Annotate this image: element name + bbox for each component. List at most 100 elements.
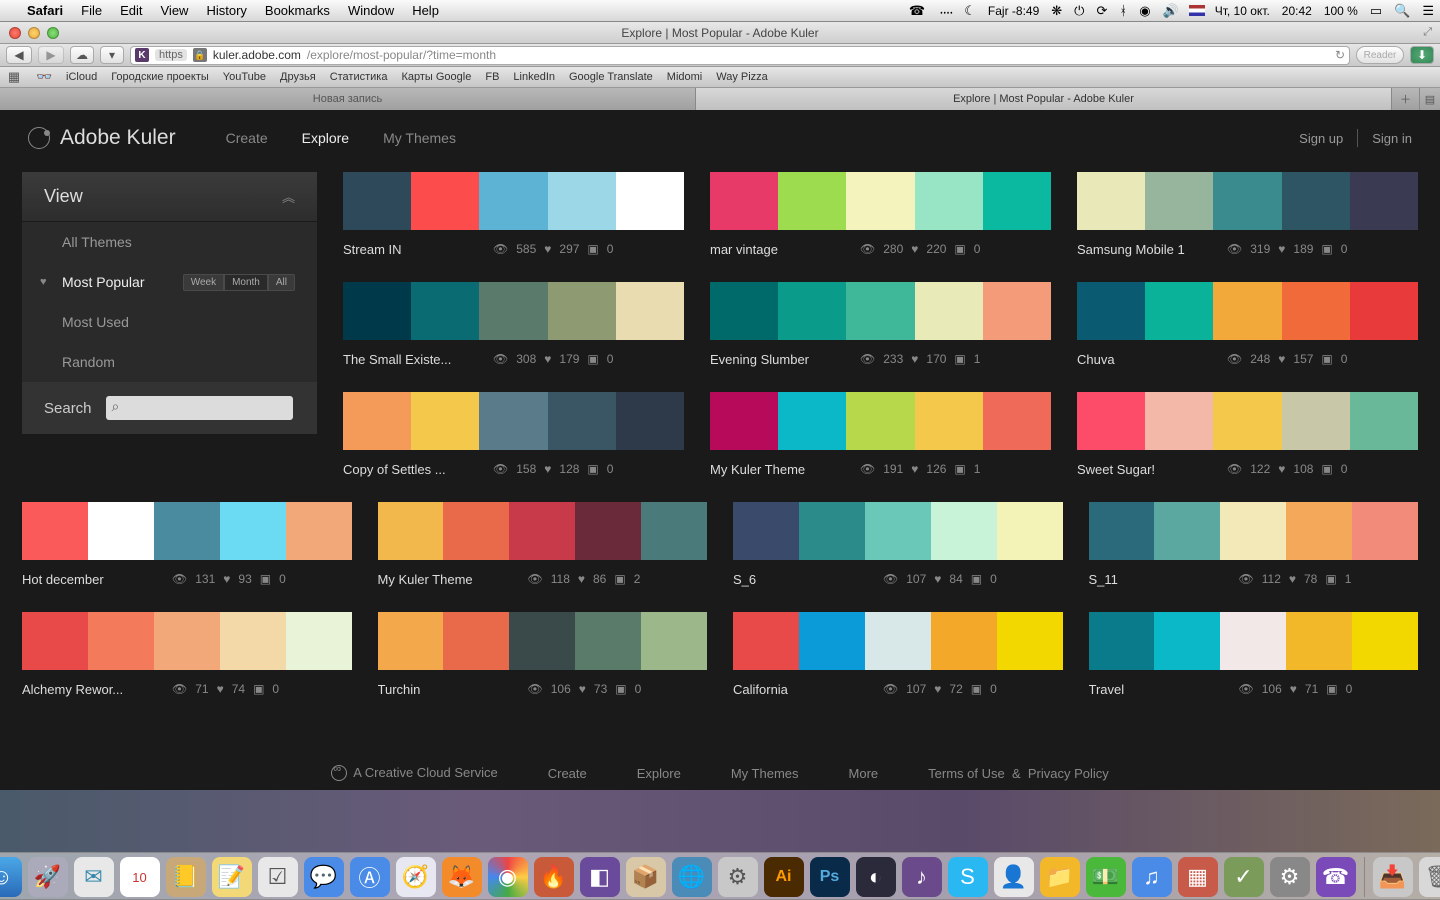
bookmark-item[interactable]: LinkedIn bbox=[513, 71, 555, 83]
dock-app-icon[interactable]: ▦ bbox=[1178, 857, 1218, 897]
search-input[interactable] bbox=[106, 396, 293, 420]
bookmark-item[interactable]: iCloud bbox=[66, 71, 97, 83]
bookmark-item[interactable]: FB bbox=[485, 71, 499, 83]
dock-app-icon[interactable]: 💵 bbox=[1086, 857, 1126, 897]
nav-explore[interactable]: Explore bbox=[302, 130, 349, 146]
theme-card[interactable]: The Small Existe...👁308♥179▣0 bbox=[343, 282, 684, 368]
tab-active[interactable]: Explore | Most Popular - Adobe Kuler bbox=[696, 88, 1392, 110]
footer-create[interactable]: Create bbox=[548, 766, 587, 781]
app-name[interactable]: Safari bbox=[18, 3, 72, 18]
menu-view[interactable]: View bbox=[152, 3, 198, 18]
nav-create[interactable]: Create bbox=[226, 130, 268, 146]
bookmark-item[interactable]: Midomi bbox=[667, 71, 702, 83]
bookmark-item[interactable]: Статистика bbox=[330, 71, 388, 83]
downloads-button[interactable]: ⬇ bbox=[1410, 46, 1434, 64]
footer-more[interactable]: More bbox=[849, 766, 879, 781]
footer-mythemes[interactable]: My Themes bbox=[731, 766, 799, 781]
sidebar-view-header[interactable]: View ︽ bbox=[22, 172, 317, 222]
chip-all[interactable]: All bbox=[268, 274, 295, 291]
theme-card[interactable]: mar vintage👁280♥220▣0 bbox=[710, 172, 1051, 258]
menu-help[interactable]: Help bbox=[403, 3, 448, 18]
reader-button[interactable]: Reader bbox=[1356, 46, 1404, 64]
menubar-date[interactable]: Чт, 10 окт. bbox=[1209, 4, 1276, 18]
notification-center-icon[interactable]: ☰ bbox=[1416, 3, 1440, 19]
forward-button[interactable]: ▶ bbox=[38, 46, 64, 64]
dock-calendar-icon[interactable]: 10 bbox=[120, 857, 160, 897]
dock-reminders-icon[interactable]: ☑ bbox=[258, 857, 298, 897]
dock-firefox-icon[interactable]: 🦊 bbox=[442, 857, 482, 897]
theme-card[interactable]: My Kuler Theme👁191♥126▣1 bbox=[710, 392, 1051, 478]
menu-file[interactable]: File bbox=[72, 3, 111, 18]
bookmark-item[interactable]: YouTube bbox=[223, 71, 266, 83]
reading-list-icon[interactable]: 👓 bbox=[36, 69, 52, 85]
dock-app-icon[interactable]: 👤 bbox=[994, 857, 1034, 897]
sidebar-all-themes[interactable]: All Themes bbox=[22, 222, 317, 262]
theme-card[interactable]: Sweet Sugar!👁122♥108▣0 bbox=[1077, 392, 1418, 478]
theme-card[interactable]: Alchemy Rewor...👁71♥74▣0 bbox=[22, 612, 352, 698]
icloud-tabs-button[interactable]: ☁ bbox=[70, 46, 94, 64]
dock-safari-icon[interactable]: 🧭 bbox=[396, 857, 436, 897]
dock-appstore-icon[interactable]: Ⓐ bbox=[350, 857, 390, 897]
dock-app-icon[interactable]: 🌐 bbox=[672, 857, 712, 897]
menu-history[interactable]: History bbox=[197, 3, 255, 18]
dock-app-icon[interactable]: ◧ bbox=[580, 857, 620, 897]
bookmark-item[interactable]: Друзья bbox=[280, 71, 316, 83]
dock-preferences-icon[interactable]: ⚙ bbox=[1270, 857, 1310, 897]
dock-illustrator-icon[interactable]: Ai bbox=[764, 857, 804, 897]
dock-app-icon[interactable]: ◐ bbox=[856, 857, 896, 897]
wifi-icon[interactable]: ◉ bbox=[1133, 3, 1156, 19]
dock-app-icon[interactable]: ♪ bbox=[902, 857, 942, 897]
site-brand[interactable]: Adobe Kuler bbox=[28, 126, 176, 150]
theme-card[interactable]: Chuva👁248♥157▣0 bbox=[1077, 282, 1418, 368]
fan-icon[interactable]: ❋ bbox=[1045, 3, 1068, 19]
bookmark-item[interactable]: Way Pizza bbox=[716, 71, 768, 83]
footer-privacy[interactable]: Privacy Policy bbox=[1028, 766, 1109, 781]
theme-card[interactable]: California👁107♥72▣0 bbox=[733, 612, 1063, 698]
bookmark-item[interactable]: Google Translate bbox=[569, 71, 653, 83]
fullscreen-icon[interactable]: ⤢ bbox=[1423, 26, 1440, 39]
battery-icon[interactable]: ▭ bbox=[1364, 3, 1388, 19]
new-tab-button[interactable]: ＋ bbox=[1392, 88, 1420, 110]
dock-mail-icon[interactable]: ✉ bbox=[74, 857, 114, 897]
prayer-time[interactable]: Fajr -8:49 bbox=[982, 4, 1045, 18]
flag-icon[interactable] bbox=[1189, 5, 1205, 16]
dock-app-icon[interactable]: 📁 bbox=[1040, 857, 1080, 897]
menu-edit[interactable]: Edit bbox=[111, 3, 151, 18]
theme-card[interactable]: S_11👁112♥78▣1 bbox=[1089, 502, 1419, 588]
menubar-battery[interactable]: 100 % bbox=[1318, 4, 1364, 18]
dock-contacts-icon[interactable]: 📒 bbox=[166, 857, 206, 897]
theme-card[interactable]: Travel👁106♥71▣0 bbox=[1089, 612, 1419, 698]
dock-trash-icon[interactable]: 🗑 bbox=[1419, 857, 1440, 897]
sidebar-most-used[interactable]: Most Used bbox=[22, 302, 317, 342]
bookmarks-icon[interactable]: ▦ bbox=[6, 69, 22, 85]
menu-window[interactable]: Window bbox=[339, 3, 403, 18]
dock-photoshop-icon[interactable]: Ps bbox=[810, 857, 850, 897]
tab-inactive[interactable]: Новая запись bbox=[0, 88, 696, 110]
theme-card[interactable]: Hot december👁131♥93▣0 bbox=[22, 502, 352, 588]
back-button[interactable]: ◀ bbox=[6, 46, 32, 64]
dock-app-icon[interactable]: 🔥 bbox=[534, 857, 574, 897]
dock-app-icon[interactable]: 📦 bbox=[626, 857, 666, 897]
moon-icon[interactable]: ☾ bbox=[958, 3, 982, 19]
signup-link[interactable]: Sign up bbox=[1299, 131, 1343, 146]
dock-chrome-icon[interactable]: ◉ bbox=[488, 857, 528, 897]
reload-icon[interactable]: ↻ bbox=[1335, 48, 1345, 62]
window-minimize-button[interactable] bbox=[28, 27, 40, 39]
share-button[interactable]: ▾ bbox=[100, 46, 124, 64]
dock-itunes-icon[interactable]: ♫ bbox=[1132, 857, 1172, 897]
viber-menulet-icon[interactable]: ☎ bbox=[903, 3, 931, 19]
bluetooth-icon[interactable]: ᚼ bbox=[1113, 3, 1133, 18]
sync-icon[interactable]: ⟳ bbox=[1090, 3, 1113, 19]
tab-overview-button[interactable]: ▤ bbox=[1420, 88, 1440, 110]
dock-viber-icon[interactable]: ☎ bbox=[1316, 857, 1356, 897]
dock-notes-icon[interactable]: 📝 bbox=[212, 857, 252, 897]
dock-launchpad-icon[interactable]: 🚀 bbox=[28, 857, 68, 897]
dock-skype-icon[interactable]: S bbox=[948, 857, 988, 897]
chip-week[interactable]: Week bbox=[183, 274, 224, 291]
power-icon[interactable]: ⏻ bbox=[1068, 3, 1090, 19]
bookmark-item[interactable]: Городские проекты bbox=[111, 71, 209, 83]
theme-card[interactable]: S_6👁107♥84▣0 bbox=[733, 502, 1063, 588]
dock-app-icon[interactable]: ✓ bbox=[1224, 857, 1264, 897]
window-close-button[interactable] bbox=[9, 27, 21, 39]
footer-terms[interactable]: Terms of Use bbox=[928, 766, 1005, 781]
